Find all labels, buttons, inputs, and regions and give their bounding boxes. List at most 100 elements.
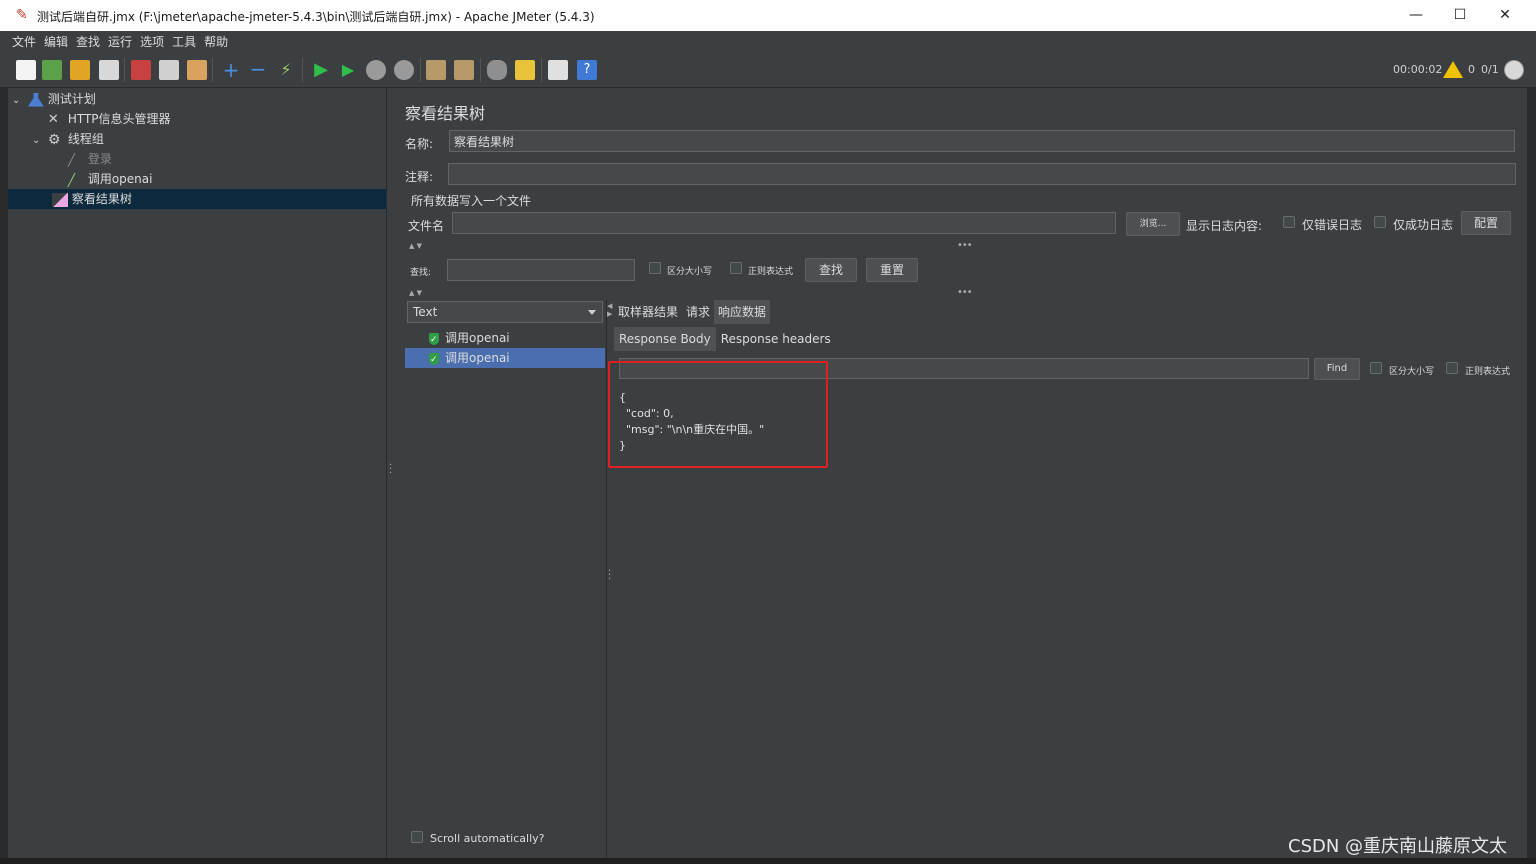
open-icon[interactable] xyxy=(70,60,90,80)
regex-checkbox[interactable] xyxy=(730,262,742,274)
detail-tabs: 取样器结果 请求 响应数据 xyxy=(614,300,771,324)
sample-detail-panel: 取样器结果 请求 响应数据 Response Body Response header… xyxy=(614,300,1527,858)
start-no-pause-icon[interactable]: ▶ xyxy=(338,60,358,80)
tree-item-http-header-manager[interactable]: ✕ HTTP信息头管理器 xyxy=(32,109,171,129)
success-only-checkbox[interactable] xyxy=(1374,216,1386,228)
scroll-auto-label: Scroll automatically? xyxy=(430,832,545,845)
list-item[interactable]: 调用openai xyxy=(405,348,605,370)
sample-label: 调用openai xyxy=(445,331,510,345)
drag-handle-icon: ••• xyxy=(957,240,973,251)
stop-icon[interactable] xyxy=(366,60,386,80)
configure-button[interactable]: 配置 xyxy=(1461,211,1511,235)
maximize-button[interactable]: ☐ xyxy=(1440,3,1480,27)
help-icon[interactable]: ? xyxy=(577,60,597,80)
copy-icon[interactable] xyxy=(159,60,179,80)
tree-item-test-plan[interactable]: ⌄ 测试计划 xyxy=(12,89,96,111)
collapse-arrows-icon[interactable]: ▲ ▼ xyxy=(409,289,422,297)
menu-tools[interactable]: 工具 xyxy=(168,31,200,53)
sample-label: 调用openai xyxy=(445,351,510,365)
response-line: "cod": 0, xyxy=(619,407,674,420)
binoculars-icon[interactable] xyxy=(487,60,507,80)
page-title: 察看结果树 xyxy=(405,104,486,123)
response-find-button[interactable]: Find xyxy=(1314,358,1360,380)
response-regex-label: 正则表达式 xyxy=(1465,367,1511,377)
results-tree-panel: 察看结果树 名称: 注释: 所有数据写入一个文件 文件名 浏览... 显示日志内… xyxy=(395,88,1527,858)
scroll-auto-checkbox[interactable] xyxy=(411,831,423,843)
new-icon[interactable] xyxy=(16,60,36,80)
menu-run[interactable]: 运行 xyxy=(104,31,136,53)
toolbar-separator xyxy=(212,58,213,82)
toolbar-separator xyxy=(541,58,542,82)
log-content-label: 显示日志内容: xyxy=(1186,219,1263,233)
close-button[interactable]: ✕ xyxy=(1485,3,1525,27)
remote-icon[interactable] xyxy=(1504,60,1524,80)
tab-response-data[interactable]: 响应数据 xyxy=(714,300,771,324)
toolbar-separator xyxy=(302,58,303,82)
response-case-sensitive-checkbox[interactable] xyxy=(1370,362,1382,374)
list-item[interactable]: 调用openai xyxy=(405,328,605,350)
warning-icon[interactable] xyxy=(1443,61,1463,78)
find-button[interactable]: 查找 xyxy=(805,258,857,282)
chevron-down-icon[interactable]: ⌄ xyxy=(12,91,24,111)
renderer-selected: Text xyxy=(413,305,438,319)
menu-search[interactable]: 查找 xyxy=(72,31,104,53)
tab-sampler-result[interactable]: 取样器结果 xyxy=(614,300,682,324)
menu-options[interactable]: 选项 xyxy=(136,31,168,53)
menu-edit[interactable]: 编辑 xyxy=(40,31,72,53)
name-input[interactable] xyxy=(449,130,1515,152)
case-sensitive-checkbox[interactable] xyxy=(649,262,661,274)
test-plan-tree: ⌄ 测试计划 ✕ HTTP信息头管理器 ⌄ ⚙ 线程组 ╱ 登录 ╱ 调用ope… xyxy=(8,88,386,858)
save-icon[interactable] xyxy=(99,60,119,80)
toolbar-separator xyxy=(124,58,125,82)
collapse-arrows-icon[interactable]: ▲ ▼ xyxy=(409,242,422,250)
collapse-arrows-icon[interactable]: ◀ ▶ xyxy=(607,302,612,318)
minimize-button[interactable]: — xyxy=(1396,3,1436,27)
response-regex-checkbox[interactable] xyxy=(1446,362,1458,374)
start-icon[interactable]: ▶ xyxy=(311,60,331,80)
shutdown-icon[interactable] xyxy=(394,60,414,80)
success-shield-icon xyxy=(429,350,439,370)
search-input[interactable] xyxy=(447,259,635,281)
clear-all-icon[interactable] xyxy=(454,60,474,80)
broom-icon[interactable] xyxy=(515,60,535,80)
filename-input[interactable] xyxy=(452,212,1116,234)
search-label: 查找: xyxy=(410,268,432,278)
collapsible-divider[interactable]: ▲ ▼ ••• xyxy=(405,240,1515,252)
tree-item-login[interactable]: ╱ 登录 xyxy=(52,149,112,169)
tree-item-view-results-tree[interactable]: 察看结果树 xyxy=(8,189,386,209)
collapsible-divider[interactable]: ▲ ▼ ••• xyxy=(405,287,1515,299)
tab-response-body[interactable]: Response Body xyxy=(614,327,716,351)
chevron-down-icon[interactable]: ⌄ xyxy=(32,131,44,151)
response-body-text[interactable]: { "cod": 0, "msg": "\n\n重庆在中国。" } xyxy=(619,386,1519,846)
tree-item-thread-group[interactable]: ⌄ ⚙ 线程组 xyxy=(32,129,104,151)
tree-item-call-openai[interactable]: ╱ 调用openai xyxy=(52,169,153,189)
chevron-down-icon[interactable] xyxy=(588,310,596,315)
toggle-icon[interactable]: ⚡ xyxy=(276,60,296,80)
response-line: "msg": "\n\n重庆在中国。" xyxy=(619,423,765,436)
wrench-icon: ✕ xyxy=(47,111,59,127)
renderer-select[interactable]: Text xyxy=(407,301,603,323)
collapse-icon[interactable]: − xyxy=(248,59,268,80)
background-window-edge xyxy=(0,88,8,858)
sample-result-list: Text 调用openai 调用openai Scroll automatica… xyxy=(405,300,605,858)
errors-only-checkbox[interactable] xyxy=(1283,216,1295,228)
browse-button[interactable]: 浏览... xyxy=(1126,212,1180,236)
success-shield-icon xyxy=(429,330,439,350)
templates-icon[interactable] xyxy=(42,60,62,80)
paste-icon[interactable] xyxy=(187,60,207,80)
cut-icon[interactable] xyxy=(131,60,151,80)
comment-input[interactable] xyxy=(448,163,1516,185)
reset-button[interactable]: 重置 xyxy=(866,258,918,282)
expand-icon[interactable]: + xyxy=(221,60,241,80)
menu-file[interactable]: 文件 xyxy=(8,31,40,53)
errors-only-label: 仅错误日志 xyxy=(1302,218,1363,232)
tab-request[interactable]: 请求 xyxy=(682,300,714,324)
menu-help[interactable]: 帮助 xyxy=(200,31,232,53)
function-helper-icon[interactable] xyxy=(548,60,568,80)
response-find-input[interactable] xyxy=(619,358,1309,379)
clear-icon[interactable] xyxy=(426,60,446,80)
toolbar-separator xyxy=(420,58,421,82)
tree-item-label: 登录 xyxy=(87,152,112,166)
tab-response-headers[interactable]: Response headers xyxy=(716,327,836,351)
gear-icon: ⚙ xyxy=(47,131,61,148)
